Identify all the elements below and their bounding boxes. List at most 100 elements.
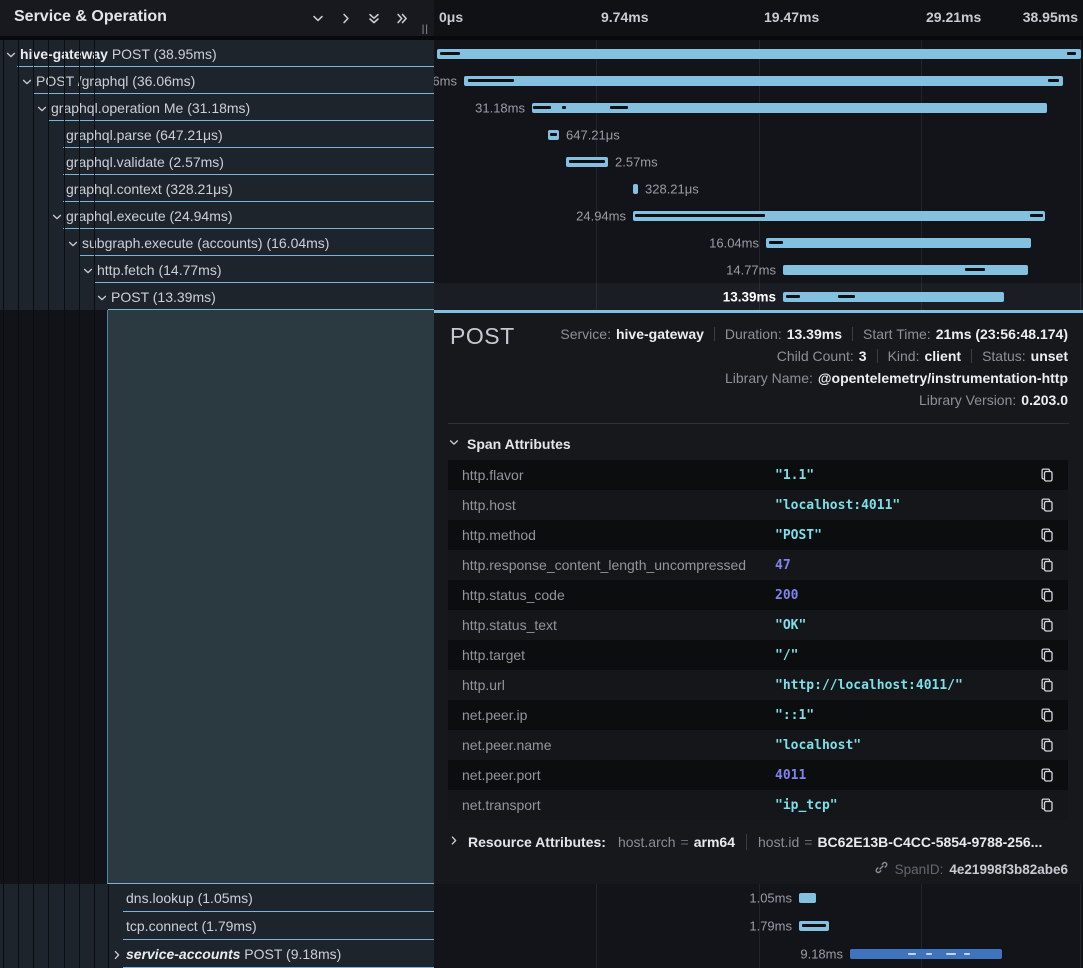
span-bar[interactable]	[633, 184, 638, 194]
attribute-row[interactable]: net.peer.name"localhost"	[448, 730, 1068, 760]
span-row[interactable]: http.fetch (14.77ms)14.77ms	[0, 256, 1083, 283]
span-bar-cell[interactable]: 14.77ms	[434, 256, 1083, 283]
attribute-row[interactable]: net.peer.port4011	[448, 760, 1068, 790]
span-tree-cell[interactable]: service-accounts POST (9.18ms)	[0, 940, 434, 968]
span-bar-cell[interactable]: 1.79ms	[434, 912, 1083, 940]
span-tree-cell[interactable]: graphql.operation Me (31.18ms)	[0, 94, 434, 121]
meta-line: Library Version:0.203.0	[919, 389, 1068, 411]
chevron-down-icon[interactable]	[5, 48, 17, 60]
span-row[interactable]: graphql.validate (2.57ms)2.57ms	[0, 148, 1083, 175]
span-tree-cell[interactable]: subgraph.execute (accounts) (16.04ms)	[0, 229, 434, 256]
copy-icon[interactable]	[1039, 767, 1055, 783]
span-bar[interactable]	[799, 893, 816, 903]
span-bar[interactable]	[783, 292, 1004, 302]
copy-icon[interactable]	[1039, 467, 1055, 483]
span-row[interactable]: POST (13.39ms)13.39ms	[0, 283, 1083, 310]
span-attributes-header[interactable]: Span Attributes	[448, 436, 1083, 452]
span-bar[interactable]	[548, 130, 559, 140]
chevron-down-icon[interactable]	[96, 291, 108, 303]
span-tree-cell[interactable]: POST /graphql (36.06ms)	[0, 67, 434, 94]
double-chevron-down-icon[interactable]	[367, 10, 383, 26]
span-bar-cell[interactable]: 647.21μs	[434, 121, 1083, 148]
span-bar-cell[interactable]: 31.18ms	[434, 94, 1083, 121]
chevron-down-icon[interactable]	[67, 237, 79, 249]
attribute-row[interactable]: http.url"http://localhost:4011/"	[448, 670, 1068, 700]
chevron-down-icon[interactable]	[311, 10, 327, 26]
span-bar-cell[interactable]: 38.95ms	[434, 40, 1083, 67]
copy-icon[interactable]	[1039, 617, 1055, 633]
span-tree-cell[interactable]: tcp.connect (1.79ms)	[0, 912, 434, 940]
span-bar[interactable]	[850, 949, 1002, 959]
span-row[interactable]: tcp.connect (1.79ms)1.79ms	[0, 912, 1083, 940]
span-tree-cell[interactable]: POST (13.39ms)	[0, 283, 434, 310]
span-bar-cell[interactable]: 2.57ms	[434, 148, 1083, 175]
double-chevron-right-icon[interactable]	[395, 10, 411, 26]
attribute-value: "ip_tcp"	[775, 798, 838, 813]
span-row[interactable]: graphql.parse (647.21μs)647.21μs	[0, 121, 1083, 148]
span-row[interactable]: subgraph.execute (accounts) (16.04ms)16.…	[0, 229, 1083, 256]
attribute-row[interactable]: net.transport"ip_tcp"	[448, 790, 1068, 820]
attribute-row[interactable]: http.target"/"	[448, 640, 1068, 670]
copy-icon[interactable]	[1039, 677, 1055, 693]
span-bar[interactable]	[783, 265, 1028, 275]
span-row[interactable]: hive-gateway POST (38.95ms)38.95ms	[0, 40, 1083, 67]
span-bar-cell[interactable]: 9.18ms	[434, 940, 1083, 968]
span-bar[interactable]	[464, 76, 1063, 86]
attribute-row[interactable]: http.status_code200	[448, 580, 1068, 610]
span-bar-cell[interactable]: 16.04ms	[434, 229, 1083, 256]
span-bar[interactable]	[437, 49, 1081, 59]
chevron-down-icon[interactable]	[82, 264, 94, 276]
attribute-row[interactable]: http.method"POST"	[448, 520, 1068, 550]
panel-resize-handle[interactable]: ||	[422, 24, 429, 35]
span-rows-bottom: dns.lookup (1.05ms)1.05mstcp.connect (1.…	[0, 884, 1083, 968]
span-row[interactable]: dns.lookup (1.05ms)1.05ms	[0, 884, 1083, 912]
chevron-down-icon[interactable]	[36, 102, 48, 114]
attribute-row[interactable]: net.peer.ip"::1"	[448, 700, 1068, 730]
span-row[interactable]: graphql.operation Me (31.18ms)31.18ms	[0, 94, 1083, 121]
span-tree-cell[interactable]: dns.lookup (1.05ms)	[0, 884, 434, 912]
attribute-row[interactable]: http.host"localhost:4011"	[448, 490, 1068, 520]
span-row[interactable]: service-accounts POST (9.18ms)9.18ms	[0, 940, 1083, 968]
attribute-row[interactable]: http.flavor"1.1"	[448, 460, 1068, 490]
chevron-down-icon[interactable]	[21, 75, 33, 87]
span-tree-cell[interactable]: graphql.validate (2.57ms)	[0, 148, 434, 175]
span-row[interactable]: graphql.context (328.21μs)328.21μs	[0, 175, 1083, 202]
copy-icon[interactable]	[1039, 527, 1055, 543]
span-row[interactable]: graphql.execute (24.94ms)24.94ms	[0, 202, 1083, 229]
attribute-row[interactable]: http.response_content_length_uncompresse…	[448, 550, 1068, 580]
span-bar-cell[interactable]: 13.39ms	[434, 283, 1083, 310]
copy-icon[interactable]	[1039, 737, 1055, 753]
span-bar-cell[interactable]: 1.05ms	[434, 884, 1083, 912]
copy-icon[interactable]	[1039, 587, 1055, 603]
copy-icon[interactable]	[1039, 707, 1055, 723]
span-bar[interactable]	[566, 157, 608, 167]
chevron-right-icon[interactable]	[339, 10, 355, 26]
detail-header: POST Service:hive-gatewayDuration:13.39m…	[434, 313, 1083, 411]
span-tree-cell[interactable]: graphql.parse (647.21μs)	[0, 121, 434, 148]
span-bar-cell[interactable]: 24.94ms	[434, 202, 1083, 229]
selected-span-expansion-area[interactable]	[107, 310, 434, 884]
trace-viewer: 0μs9.74ms19.47ms29.21ms38.95ms Service &…	[0, 0, 1083, 968]
chevron-down-icon[interactable]	[51, 210, 63, 222]
attribute-row[interactable]: http.status_text"OK"	[448, 610, 1068, 640]
copy-icon[interactable]	[1039, 647, 1055, 663]
span-bar-cell[interactable]: 36.06ms	[434, 67, 1083, 94]
span-row[interactable]: POST /graphql (36.06ms)36.06ms	[0, 67, 1083, 94]
copy-icon[interactable]	[1039, 497, 1055, 513]
span-bar[interactable]	[799, 921, 829, 931]
chevron-right-icon[interactable]	[111, 948, 123, 960]
span-tree-cell[interactable]: graphql.execute (24.94ms)	[0, 202, 434, 229]
copy-icon[interactable]	[1039, 797, 1055, 813]
meta-label: Library Version:	[919, 392, 1016, 408]
span-tree-cell[interactable]: hive-gateway POST (38.95ms)	[0, 40, 434, 67]
span-bar[interactable]	[633, 211, 1045, 221]
span-bar-cell[interactable]: 328.21μs	[434, 175, 1083, 202]
span-tree-cell[interactable]: http.fetch (14.77ms)	[0, 256, 434, 283]
copy-icon[interactable]	[1039, 557, 1055, 573]
ruler-tick-label: 9.74ms	[601, 9, 648, 25]
span-tree-cell[interactable]: graphql.context (328.21μs)	[0, 175, 434, 202]
span-id-row[interactable]: SpanID: 4e21998f3b82abe6	[434, 860, 1068, 878]
span-bar[interactable]	[766, 238, 1031, 248]
resource-attributes-row[interactable]: Resource Attributes: host.arch=arm64host…	[448, 834, 1068, 850]
span-bar[interactable]	[532, 103, 1047, 113]
